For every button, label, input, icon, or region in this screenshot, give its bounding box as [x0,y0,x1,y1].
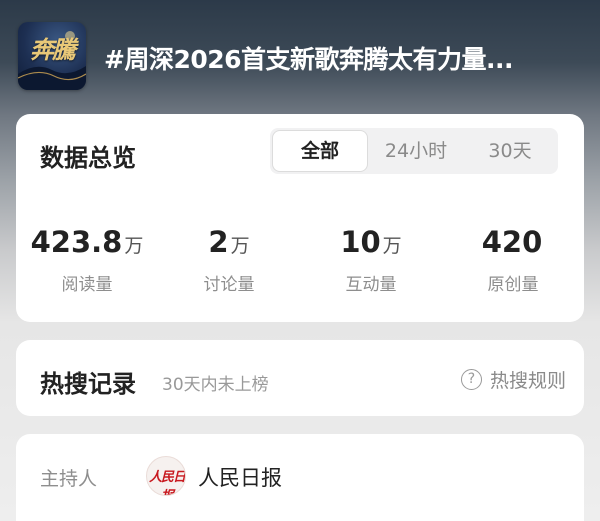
stat-number: 2 [208,225,229,259]
stat-value: 2万 [158,224,300,264]
stat-value: 420 [442,224,584,264]
stat-label: 原创量 [487,275,539,295]
overview-title: 数据总览 [40,144,136,172]
topic-cover-image[interactable]: 奔騰 [18,22,86,90]
stat-label: 互动量 [345,275,397,295]
topic-header: 奔騰 #周深2026首支新歌奔腾太有力量... [0,0,600,112]
time-range-tabs: 全部 24小时 30天 [270,128,558,174]
tab-all[interactable]: 全部 [273,131,367,171]
stat-reads: 423.8 万 阅读量 [16,224,158,295]
tab-30-days[interactable]: 30天 [465,131,555,171]
stat-originals: 420 原创量 [442,224,584,295]
stat-interactions: 10 万 互动量 [300,224,442,295]
question-circle-icon: ? [460,368,482,390]
stat-number: 10 [340,225,381,259]
avatar[interactable]: 人民日报 [146,456,186,496]
stat-unit: 万 [124,235,144,257]
stat-unit: 万 [230,235,250,257]
stat-number: 420 [481,225,543,259]
host-label: 主持人 [40,468,98,490]
tab-24-hours[interactable]: 24小时 [367,131,465,171]
host-card: 主持人 人民日报 人民日报 [16,434,584,521]
stat-label: 讨论量 [203,275,255,295]
stat-value: 423.8 万 [16,224,158,264]
hot-search-card: 热搜记录 30天内未上榜 ? 热搜规则 [16,340,584,416]
hot-search-rules-link[interactable]: ? 热搜规则 [460,366,566,392]
avatar-logo-text: 人民日报 [148,470,185,495]
hot-search-status: 30天内未上榜 [162,375,269,395]
data-overview-card: 数据总览 全部 24小时 30天 423.8 万 阅读量 2万 讨论量 10 万 互… [16,114,584,322]
stat-label: 阅读量 [61,275,113,295]
stat-unit: 万 [382,235,402,257]
hot-search-title: 热搜记录 [40,370,136,398]
stat-discussions: 2万 讨论量 [158,224,300,295]
stat-number: 423.8 [30,225,123,259]
stat-value: 10 万 [300,224,442,264]
cover-logo-text: 奔騰 [30,35,76,64]
host-name[interactable]: 人民日报 [198,462,282,492]
topic-title: #周深2026首支新歌奔腾太有力量... [104,45,514,74]
rules-label: 热搜规则 [489,369,566,392]
